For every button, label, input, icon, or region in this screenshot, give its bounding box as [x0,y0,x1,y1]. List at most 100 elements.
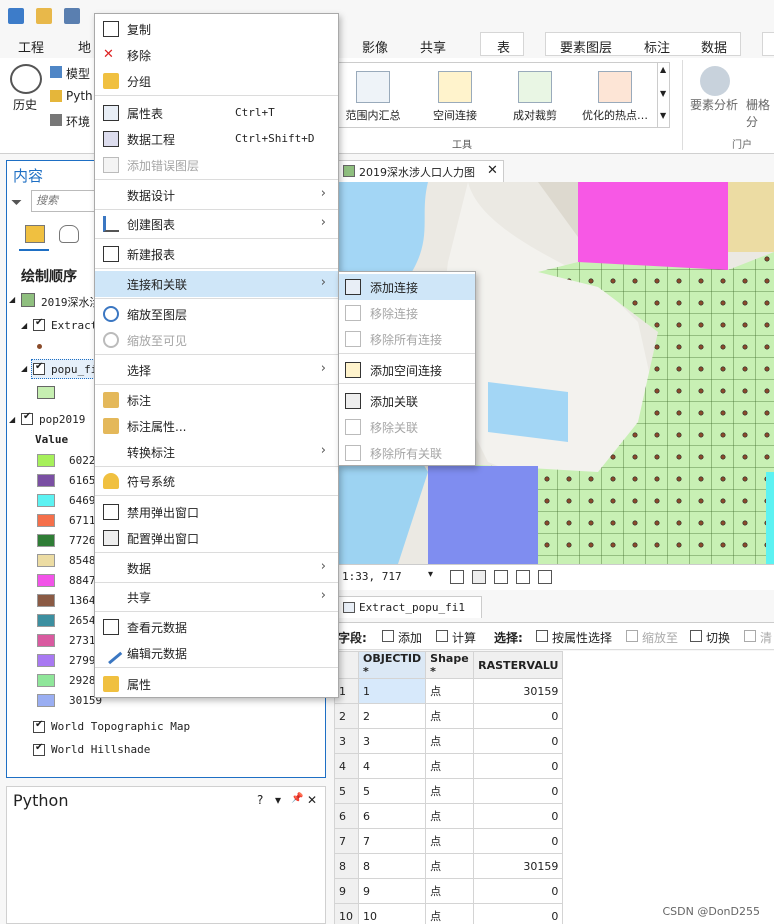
environment-button[interactable]: 环境 [66,113,90,130]
cell-rastervalu[interactable]: 30159 [473,853,564,879]
fixed-zoom-icon[interactable] [450,570,464,584]
cell-objectid[interactable]: 5 [357,778,427,804]
tab-table[interactable]: 表 [497,37,510,56]
cell-rastervalu[interactable]: 0 [473,803,564,829]
submenu-add-spatial-join[interactable]: 添加空间连接 [339,357,475,383]
grid-icon[interactable] [472,570,486,584]
cell-shape[interactable]: 点 [425,678,475,704]
tab-project[interactable]: 工程 [18,37,44,56]
list-by-source-icon[interactable] [59,225,79,243]
menu-share[interactable]: 共享 › [95,584,338,610]
tab-share[interactable]: 共享 [420,37,446,56]
table-tab[interactable]: Extract_popu_fi1 [338,596,482,618]
tab-feature-layer[interactable]: 要素图层 [560,37,612,56]
world-hillshade-checkbox[interactable] [33,742,45,756]
chevron-down-icon[interactable]: ▼ [660,89,666,98]
hot-spot-button[interactable]: 优化的热点… [579,71,651,123]
column-header-rastervalu[interactable]: RASTERVALU [473,651,564,679]
tab-map[interactable]: 地 [78,37,91,56]
help-icon[interactable]: ? [257,793,263,807]
legend-swatch[interactable] [37,494,55,507]
menu-symbology[interactable]: 符号系统 [95,468,338,494]
cell-shape[interactable]: 点 [425,778,475,804]
map-name[interactable]: 2019深水涉 [41,294,101,310]
open-folder-icon[interactable] [36,8,52,24]
pop2019-layer-label[interactable]: pop2019 [39,413,85,426]
table-row[interactable]: 77点0 [334,828,564,854]
menu-selection[interactable]: 选择 › [95,357,338,383]
cell-shape[interactable]: 点 [425,853,475,879]
cell-objectid[interactable]: 10 [357,903,427,924]
menu-disable-popups[interactable]: 禁用弹出窗口 [95,499,338,525]
legend-swatch[interactable] [37,574,55,587]
menu-zoom-to-layer[interactable]: 缩放至图层 [95,301,338,327]
model-button[interactable]: 模型 [66,65,90,82]
map-view-tab[interactable]: 2019深水涉人口人力图 ✕ [338,160,504,182]
cell-shape[interactable]: 点 [425,903,475,924]
menu-data-engineering[interactable]: 数据工程 Ctrl+Shift+D [95,126,338,152]
expand-icon[interactable]: ▼ [660,111,666,120]
menu-data-design[interactable]: 数据设计 › [95,182,338,208]
cell-objectid[interactable]: 9 [357,878,427,904]
menu-data[interactable]: 数据 › [95,555,338,581]
snapping-icon[interactable] [494,570,508,584]
menu-new-report[interactable]: 新建报表 [95,241,338,267]
menu-label[interactable]: 标注 [95,387,338,413]
world-topo-checkbox[interactable] [33,719,45,733]
menu-view-metadata[interactable]: 查看元数据 [95,614,338,640]
tab-labeling[interactable]: 标注 [644,37,670,56]
filter-icon[interactable]: ⏷ [11,195,22,211]
menu-properties[interactable]: 属性 [95,671,338,697]
popu-layer-label[interactable]: popu_fi [51,363,97,376]
table-row[interactable]: 44点0 [334,753,564,779]
cell-objectid[interactable]: 3 [357,728,427,754]
scale-readout[interactable]: 1:33, 717 [342,570,402,583]
close-icon[interactable]: ✕ [487,163,498,178]
gallery-scroll[interactable]: ▲ ▼ ▼ [657,63,670,127]
extract-checkbox[interactable] [33,317,45,331]
cell-rastervalu[interactable]: 0 [473,703,564,729]
select-by-attribute-button[interactable]: 按属性选择 [552,629,612,646]
legend-swatch[interactable] [37,594,55,607]
cell-shape[interactable]: 点 [425,828,475,854]
cell-shape[interactable]: 点 [425,878,475,904]
cell-objectid[interactable]: 7 [357,828,427,854]
cell-objectid[interactable]: 1 [357,678,427,704]
tab-table-box[interactable]: 表 [480,32,524,56]
legend-swatch[interactable] [37,454,55,467]
cell-objectid[interactable]: 4 [357,753,427,779]
calculate-button[interactable]: 计算 [452,629,476,646]
cell-rastervalu[interactable]: 0 [473,753,564,779]
clear-button[interactable]: 清 [760,629,772,646]
cell-shape[interactable]: 点 [425,803,475,829]
menu-create-chart[interactable]: 创建图表 › [95,211,338,237]
menu-joins-and-relates[interactable]: 连接和关联 › [95,271,338,297]
tab-imagery[interactable]: 影像 [362,37,388,56]
cell-rastervalu[interactable]: 0 [473,828,564,854]
extract-layer-label[interactable]: Extract [51,319,97,332]
menu-convert-labels[interactable]: 转换标注 › [95,439,338,465]
tab-overflow[interactable] [762,32,774,56]
cell-rastervalu[interactable]: 0 [473,878,564,904]
table-row[interactable]: 66点0 [334,803,564,829]
collapse-map-icon[interactable]: ◢ [9,295,15,304]
submenu-add-join[interactable]: 添加连接 [339,274,475,300]
legend-swatch[interactable] [37,534,55,547]
pairwise-clip-button[interactable]: 成对裁剪 [505,71,565,123]
cell-objectid[interactable]: 2 [357,703,427,729]
table-row[interactable]: 33点0 [334,728,564,754]
popu-checkbox[interactable] [33,361,45,375]
scale-dropdown-icon[interactable]: ▾ [428,569,433,580]
legend-swatch[interactable] [37,654,55,667]
list-by-drawing-order-icon[interactable] [25,225,45,243]
cell-rastervalu[interactable]: 0 [473,728,564,754]
menu-remove[interactable]: ✕ 移除 [95,42,338,68]
cell-shape[interactable]: 点 [425,753,475,779]
menu-copy[interactable]: 复制 [95,16,338,42]
menu-attribute-table[interactable]: 属性表 Ctrl+T [95,100,338,126]
table-row[interactable]: 22点0 [334,703,564,729]
legend-swatch[interactable] [37,554,55,567]
feature-analysis-button[interactable]: 要素分析 [690,96,738,113]
new-project-icon[interactable] [8,8,24,24]
spatial-join-button[interactable]: 空间连接 [425,71,485,123]
